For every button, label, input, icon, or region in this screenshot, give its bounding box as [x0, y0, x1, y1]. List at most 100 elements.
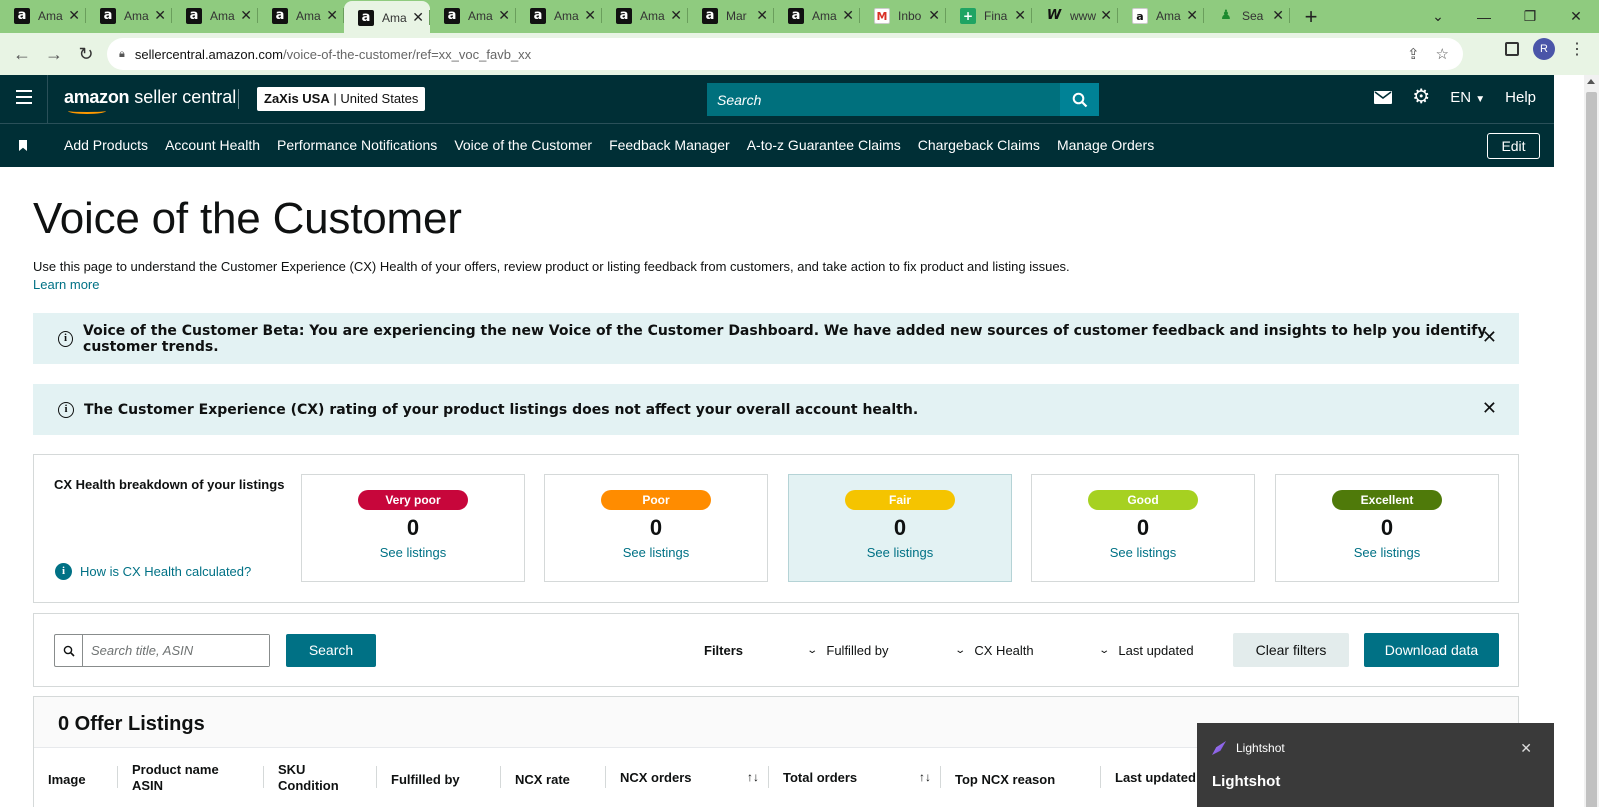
nav-item[interactable]: A-to-z Guarantee Claims	[747, 137, 901, 153]
close-tab-icon[interactable]: ✕	[1100, 7, 1112, 24]
lock-icon[interactable]: 🔒︎	[119, 48, 125, 61]
col-total-orders[interactable]: Total orders	[783, 770, 857, 786]
cx-card[interactable]: Poor 0 See listings	[544, 474, 768, 582]
browser-tab[interactable]: a Ama ✕	[0, 0, 86, 32]
settings-gear-icon[interactable]: ⚙	[1412, 87, 1430, 107]
browser-tab[interactable]: a Ama ✕	[1118, 0, 1204, 32]
close-tab-icon[interactable]: ✕	[756, 7, 768, 24]
minimize-icon[interactable]: —	[1461, 9, 1507, 25]
browser-menu-icon[interactable]: ⋮	[1569, 39, 1585, 59]
close-tab-icon[interactable]: ✕	[1272, 7, 1284, 24]
close-tab-icon[interactable]: ✕	[1014, 7, 1026, 24]
nav-item[interactable]: Manage Orders	[1057, 137, 1154, 153]
page-scrollbar[interactable]	[1584, 75, 1599, 807]
listing-search-input[interactable]	[83, 635, 269, 666]
fulfilled-by-dropdown[interactable]: ⌄ Fulfilled by	[806, 643, 888, 658]
cx-health-dropdown[interactable]: ⌄ CX Health	[954, 643, 1033, 658]
header-search-button[interactable]	[1060, 83, 1099, 116]
browser-tab[interactable]: a Ama ✕	[258, 0, 344, 32]
seller-central-logo[interactable]: amazon seller central	[64, 87, 236, 114]
see-listings-link[interactable]: See listings	[1032, 545, 1254, 560]
close-tab-icon[interactable]: ✕	[1186, 7, 1198, 24]
profile-avatar[interactable]: R	[1533, 38, 1555, 60]
account-switcher[interactable]: ZaXis USA | United States	[257, 87, 426, 111]
last-updated-dropdown[interactable]: ⌄ Last updated	[1098, 643, 1193, 658]
col-product-name[interactable]: Product name ASIN	[132, 762, 219, 794]
help-link[interactable]: Help	[1505, 89, 1536, 106]
browser-tab[interactable]: a Mar ✕	[688, 0, 774, 32]
close-tab-icon[interactable]: ✕	[842, 7, 854, 24]
col-sku[interactable]: SKU Condition	[278, 762, 339, 794]
reload-icon[interactable]: ↻	[70, 44, 102, 65]
close-tab-icon[interactable]: ✕	[240, 7, 252, 24]
address-bar[interactable]: 🔒︎ sellercentral.amazon.com/voice-of-the…	[107, 38, 1463, 70]
see-listings-link[interactable]: See listings	[789, 545, 1011, 560]
close-icon[interactable]: ✕	[1520, 740, 1532, 757]
close-tab-icon[interactable]: ✕	[584, 7, 596, 24]
hamburger-menu-icon[interactable]	[16, 90, 32, 104]
bookmark-star-icon[interactable]: ☆	[1436, 45, 1449, 63]
close-tab-icon[interactable]: ✕	[154, 7, 166, 24]
see-listings-link[interactable]: See listings	[545, 545, 767, 560]
scroll-up-icon[interactable]	[1587, 79, 1595, 84]
col-ncx-orders[interactable]: NCX orders	[620, 770, 692, 786]
sort-icon[interactable]: ↑↓	[919, 770, 931, 784]
close-tab-icon[interactable]: ✕	[68, 7, 80, 24]
see-listings-link[interactable]: See listings	[1276, 545, 1498, 560]
clear-filters-button[interactable]: Clear filters	[1233, 633, 1349, 667]
nav-item[interactable]: Chargeback Claims	[918, 137, 1040, 153]
header-search-input[interactable]	[707, 83, 1060, 116]
sort-icon[interactable]: ↑↓	[747, 770, 759, 784]
close-icon[interactable]: ✕	[1482, 398, 1497, 419]
tab-search-icon[interactable]: ⌄	[1415, 8, 1461, 25]
cx-card[interactable]: Excellent 0 See listings	[1275, 474, 1499, 582]
browser-tab[interactable]: a Ama ✕	[602, 0, 688, 32]
edit-nav-button[interactable]: Edit	[1487, 133, 1540, 159]
browser-tab[interactable]: a Ama ✕	[86, 0, 172, 32]
browser-tab[interactable]: a Ama ✕	[516, 0, 602, 32]
nav-item[interactable]: Account Health	[165, 137, 260, 153]
nav-item[interactable]: Add Products	[64, 137, 148, 153]
side-panel-icon[interactable]	[1505, 42, 1519, 56]
close-tab-icon[interactable]: ✕	[928, 7, 940, 24]
share-icon[interactable]: ⇪	[1407, 45, 1420, 63]
cx-status-badge: Fair	[845, 490, 955, 510]
mail-icon[interactable]	[1374, 90, 1393, 104]
close-icon[interactable]: ✕	[1482, 327, 1497, 348]
browser-tab[interactable]: a Ama ✕	[430, 0, 516, 32]
close-tab-icon[interactable]: ✕	[498, 7, 510, 24]
close-window-icon[interactable]: ✕	[1553, 8, 1599, 25]
bookmark-icon[interactable]	[19, 140, 27, 151]
col-top-ncx-reason[interactable]: Top NCX reason	[955, 772, 1055, 788]
back-icon[interactable]: ←	[6, 44, 38, 65]
browser-tab[interactable]: ♟ Sea ✕	[1204, 0, 1290, 32]
col-last-updated[interactable]: Last updated	[1115, 770, 1196, 786]
close-tab-icon[interactable]: ✕	[412, 9, 424, 26]
col-ncx-rate[interactable]: NCX rate	[515, 772, 570, 788]
close-tab-icon[interactable]: ✕	[670, 7, 682, 24]
nav-item[interactable]: Performance Notifications	[277, 137, 437, 153]
nav-item[interactable]: Voice of the Customer	[454, 137, 592, 153]
cx-health-how-link[interactable]: i How is CX Health calculated?	[55, 563, 251, 580]
learn-more-link[interactable]: Learn more	[33, 277, 99, 292]
close-tab-icon[interactable]: ✕	[326, 7, 338, 24]
browser-tab[interactable]: + Fina ✕	[946, 0, 1032, 32]
forward-icon[interactable]: →	[38, 44, 70, 65]
browser-tab[interactable]: M Inbo ✕	[860, 0, 946, 32]
nav-item[interactable]: Feedback Manager	[609, 137, 730, 153]
cx-card[interactable]: Very poor 0 See listings	[301, 474, 525, 582]
scrollbar-thumb[interactable]	[1586, 92, 1597, 807]
restore-icon[interactable]: ❐	[1507, 8, 1553, 25]
new-tab-button[interactable]: +	[1296, 4, 1326, 30]
listing-search-button[interactable]: Search	[286, 634, 376, 667]
language-selector[interactable]: EN ▼	[1450, 89, 1485, 106]
download-data-button[interactable]: Download data	[1364, 633, 1499, 667]
see-listings-link[interactable]: See listings	[302, 545, 524, 560]
browser-tab[interactable]: a Ama ✕	[774, 0, 860, 32]
cx-card[interactable]: Good 0 See listings	[1031, 474, 1255, 582]
col-fulfilled-by[interactable]: Fulfilled by	[391, 772, 460, 788]
browser-tab[interactable]: Wwww ✕	[1032, 0, 1118, 32]
browser-tab[interactable]: a Ama ✕	[172, 0, 258, 32]
browser-tab[interactable]: a Ama ✕	[344, 1, 430, 34]
cx-card[interactable]: Fair 0 See listings	[788, 474, 1012, 582]
